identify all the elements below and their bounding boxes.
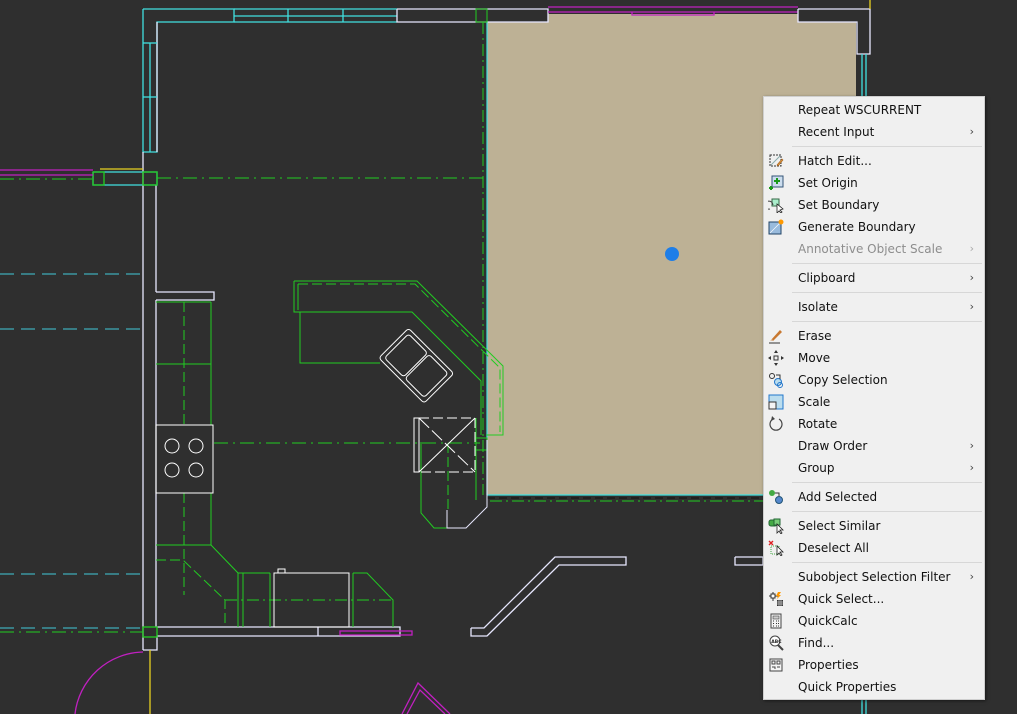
menu-item-label: Set Boundary	[798, 198, 880, 212]
menu-item-label: Subobject Selection Filter	[798, 570, 951, 584]
menu-item-label: Properties	[798, 658, 859, 672]
chevron-right-icon: ›	[969, 439, 974, 452]
scale-icon	[768, 394, 784, 410]
menu-item-label: Set Origin	[798, 176, 858, 190]
generate-boundary-icon	[768, 219, 784, 235]
menu-separator	[792, 482, 982, 483]
menu-item-quick-properties[interactable]: Quick Properties	[764, 676, 984, 698]
context-menu: Repeat WSCURRENT Recent Input › Hatch Edit.…	[763, 96, 985, 700]
menu-item-scale[interactable]: Scale	[764, 391, 984, 413]
menu-item-isolate[interactable]: Isolate ›	[764, 296, 984, 318]
menu-item-label: Quick Properties	[798, 680, 897, 694]
menu-item-label: Add Selected	[798, 490, 878, 504]
menu-item-label: Hatch Edit...	[798, 154, 872, 168]
menu-separator	[792, 263, 982, 264]
add-selected-icon	[768, 489, 784, 505]
menu-item-clipboard[interactable]: Clipboard ›	[764, 267, 984, 289]
menu-item-draw-order[interactable]: Draw Order ›	[764, 435, 984, 457]
chevron-right-icon: ›	[969, 300, 974, 313]
quickcalc-icon	[768, 613, 784, 629]
menu-item-group[interactable]: Group ›	[764, 457, 984, 479]
menu-item-properties[interactable]: Properties	[764, 654, 984, 676]
menu-item-copy-selection[interactable]: Copy Selection	[764, 369, 984, 391]
menu-item-label: QuickCalc	[798, 614, 858, 628]
select-similar-icon	[768, 518, 784, 535]
center-lines	[0, 177, 483, 633]
hatch-grip[interactable]	[665, 247, 679, 261]
deselect-all-icon	[768, 540, 784, 557]
chevron-right-icon: ›	[969, 461, 974, 474]
menu-item-label: Erase	[798, 329, 832, 343]
menu-item-add-selected[interactable]: Add Selected	[764, 486, 984, 508]
menu-item-recent-input[interactable]: Recent Input ›	[764, 121, 984, 143]
menu-separator	[792, 511, 982, 512]
menu-item-subobject-selection-filter[interactable]: Subobject Selection Filter ›	[764, 566, 984, 588]
copy-selection-icon	[768, 372, 784, 388]
menu-item-label: Quick Select...	[798, 592, 885, 606]
doors	[74, 651, 451, 714]
chevron-right-icon: ›	[969, 271, 974, 284]
menu-separator	[792, 562, 982, 563]
menu-item-hatch-edit[interactable]: Hatch Edit...	[764, 150, 984, 172]
menu-item-label: Scale	[798, 395, 831, 409]
svg-text:ABC: ABC	[771, 639, 782, 645]
menu-item-erase[interactable]: Erase	[764, 325, 984, 347]
menu-item-label: Repeat WSCURRENT	[798, 103, 922, 117]
chevron-right-icon: ›	[969, 242, 974, 255]
erase-icon	[768, 328, 784, 344]
menu-item-label: Generate Boundary	[798, 220, 916, 234]
move-icon	[768, 350, 784, 366]
menu-item-deselect-all[interactable]: Deselect All	[764, 537, 984, 559]
menu-item-move[interactable]: Move	[764, 347, 984, 369]
menu-item-label: Rotate	[798, 417, 838, 431]
menu-item-label: Recent Input	[798, 125, 875, 139]
find-icon: ABC	[768, 635, 784, 651]
menu-item-label: Annotative Object Scale	[798, 242, 943, 256]
menu-item-repeat-wscurrent[interactable]: Repeat WSCURRENT	[764, 99, 984, 121]
hatch-edit-icon	[768, 153, 784, 169]
menu-item-generate-boundary[interactable]: Generate Boundary	[764, 216, 984, 238]
menu-item-find[interactable]: ABC Find...	[764, 632, 984, 654]
menu-item-set-boundary[interactable]: Set Boundary	[764, 194, 984, 216]
chevron-right-icon: ›	[969, 570, 974, 583]
menu-item-label: Copy Selection	[798, 373, 888, 387]
menu-separator	[792, 321, 982, 322]
quick-select-icon	[768, 591, 784, 607]
menu-item-rotate[interactable]: Rotate	[764, 413, 984, 435]
properties-icon	[768, 657, 784, 673]
menu-item-label: Deselect All	[798, 541, 869, 555]
menu-item-label: Clipboard	[798, 271, 856, 285]
menu-separator	[792, 292, 982, 293]
menu-item-label: Group	[798, 461, 835, 475]
menu-item-label: Move	[798, 351, 831, 365]
cabinets	[156, 280, 504, 627]
menu-item-select-similar[interactable]: Select Similar	[764, 515, 984, 537]
menu-item-quick-select[interactable]: Quick Select...	[764, 588, 984, 610]
menu-item-label: Find...	[798, 636, 835, 650]
menu-item-label: Select Similar	[798, 519, 881, 533]
set-origin-icon	[768, 175, 784, 191]
set-boundary-icon	[764, 197, 784, 214]
menu-item-quickcalc[interactable]: QuickCalc	[764, 610, 984, 632]
menu-item-label: Isolate	[798, 300, 838, 314]
hidden-lines	[0, 273, 143, 629]
menu-item-annotative-object-scale: Annotative Object Scale ›	[764, 238, 984, 260]
chevron-right-icon: ›	[969, 125, 974, 138]
menu-separator	[792, 146, 982, 147]
menu-item-set-origin[interactable]: Set Origin	[764, 172, 984, 194]
rotate-icon	[768, 416, 784, 432]
menu-item-label: Draw Order	[798, 439, 868, 453]
